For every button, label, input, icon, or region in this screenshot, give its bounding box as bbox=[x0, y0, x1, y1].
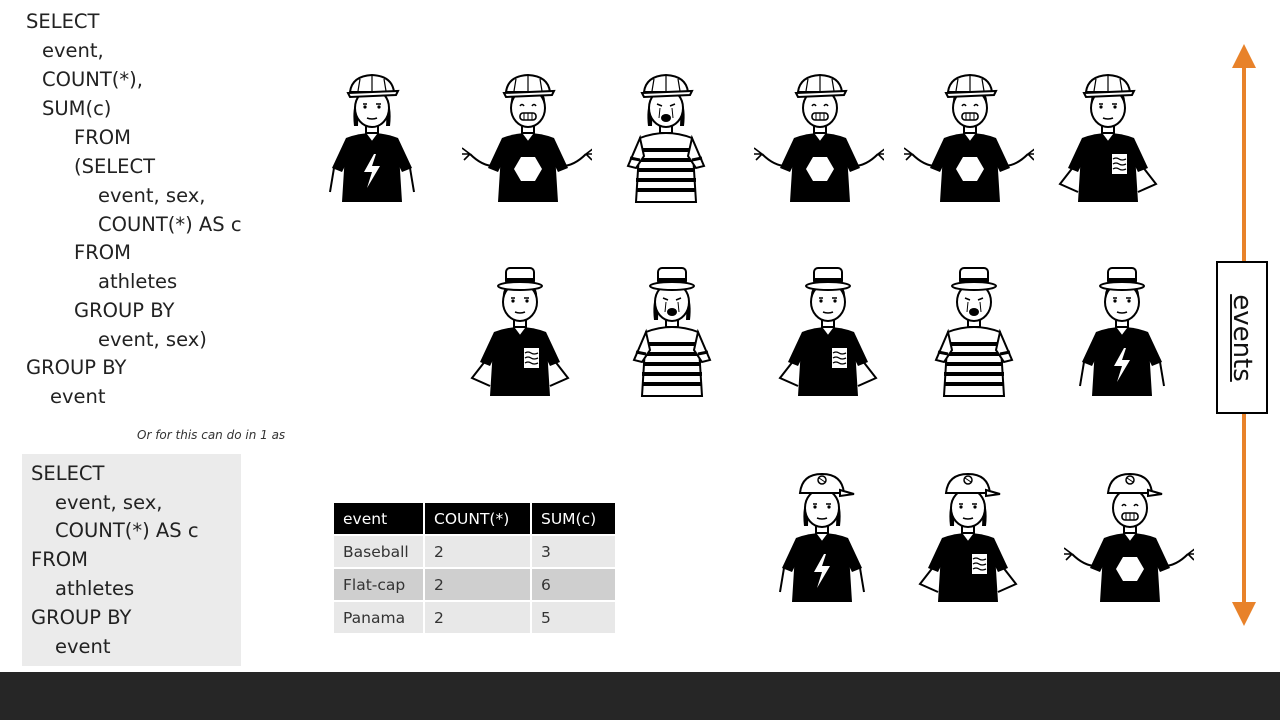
table-cell: 2 bbox=[423, 600, 532, 635]
events-label-box: events bbox=[1216, 261, 1268, 414]
code-line: event bbox=[55, 635, 111, 658]
athlete-figure bbox=[1064, 473, 1194, 603]
table-header-row: event COUNT(*) SUM(c) bbox=[332, 501, 617, 536]
table-cell: 5 bbox=[530, 600, 617, 635]
table-cell: Baseball bbox=[332, 534, 425, 569]
events-label: events bbox=[1227, 293, 1257, 382]
athlete-figure bbox=[632, 267, 712, 398]
code-line: FROM bbox=[74, 241, 131, 264]
code-line: COUNT(*), bbox=[42, 68, 143, 91]
result-table: event COUNT(*) SUM(c) Baseball 2 3 Flat-… bbox=[332, 501, 617, 635]
athlete-figure bbox=[626, 74, 706, 204]
code-line: GROUP BY bbox=[74, 299, 175, 322]
code-line: (SELECT bbox=[74, 155, 156, 178]
code-line: event, sex, bbox=[55, 491, 163, 514]
column-header: event bbox=[332, 501, 425, 536]
athlete-figure bbox=[471, 267, 569, 397]
code-line: SELECT bbox=[31, 462, 105, 485]
table-row: Baseball 2 3 bbox=[332, 534, 617, 569]
code-line: event bbox=[50, 385, 106, 408]
alt-query-box: SELECT event, sex, COUNT(*) AS c FROM at… bbox=[22, 454, 241, 666]
code-line: COUNT(*) AS c bbox=[98, 213, 242, 236]
athlete-figure bbox=[919, 473, 1017, 603]
footer-bar bbox=[0, 672, 1280, 720]
athlete-figure bbox=[934, 267, 1014, 398]
code-line: event, sex) bbox=[98, 328, 207, 351]
athlete-figure bbox=[1059, 74, 1157, 203]
table-cell: 2 bbox=[423, 534, 532, 569]
code-line: GROUP BY bbox=[26, 356, 127, 379]
code-line: FROM bbox=[31, 548, 88, 571]
athlete-figure bbox=[904, 74, 1034, 203]
column-header: COUNT(*) bbox=[423, 501, 532, 536]
column-header: SUM(c) bbox=[530, 501, 617, 536]
table-cell: Flat-cap bbox=[332, 567, 425, 602]
code-line: SUM(c) bbox=[42, 97, 112, 120]
athlete-figure bbox=[329, 74, 415, 203]
note-text: Or for this can do in 1 as bbox=[137, 428, 286, 442]
code-line: event, bbox=[42, 39, 104, 62]
code-line: SELECT bbox=[26, 10, 100, 33]
code-line: GROUP BY bbox=[31, 606, 132, 629]
code-line: COUNT(*) AS c bbox=[55, 519, 199, 542]
code-line: event, sex, bbox=[98, 184, 206, 207]
table-cell: 6 bbox=[530, 567, 617, 602]
code-line: FROM bbox=[74, 126, 131, 149]
athlete-figure bbox=[754, 74, 884, 203]
code-line: athletes bbox=[98, 270, 178, 293]
table-cell: 2 bbox=[423, 567, 532, 602]
athlete-figure bbox=[1079, 267, 1165, 397]
table-cell: Panama bbox=[332, 600, 425, 635]
code-line: athletes bbox=[55, 577, 135, 600]
athlete-figure bbox=[779, 267, 877, 397]
athlete-figure bbox=[779, 473, 865, 603]
athlete-figure bbox=[462, 74, 592, 203]
table-row: Panama 2 5 bbox=[332, 600, 617, 635]
table-row: Flat-cap 2 6 bbox=[332, 567, 617, 602]
table-cell: 3 bbox=[530, 534, 617, 569]
slide: SELECT event, COUNT(*), SUM(c) FROM (SEL… bbox=[0, 0, 1280, 672]
